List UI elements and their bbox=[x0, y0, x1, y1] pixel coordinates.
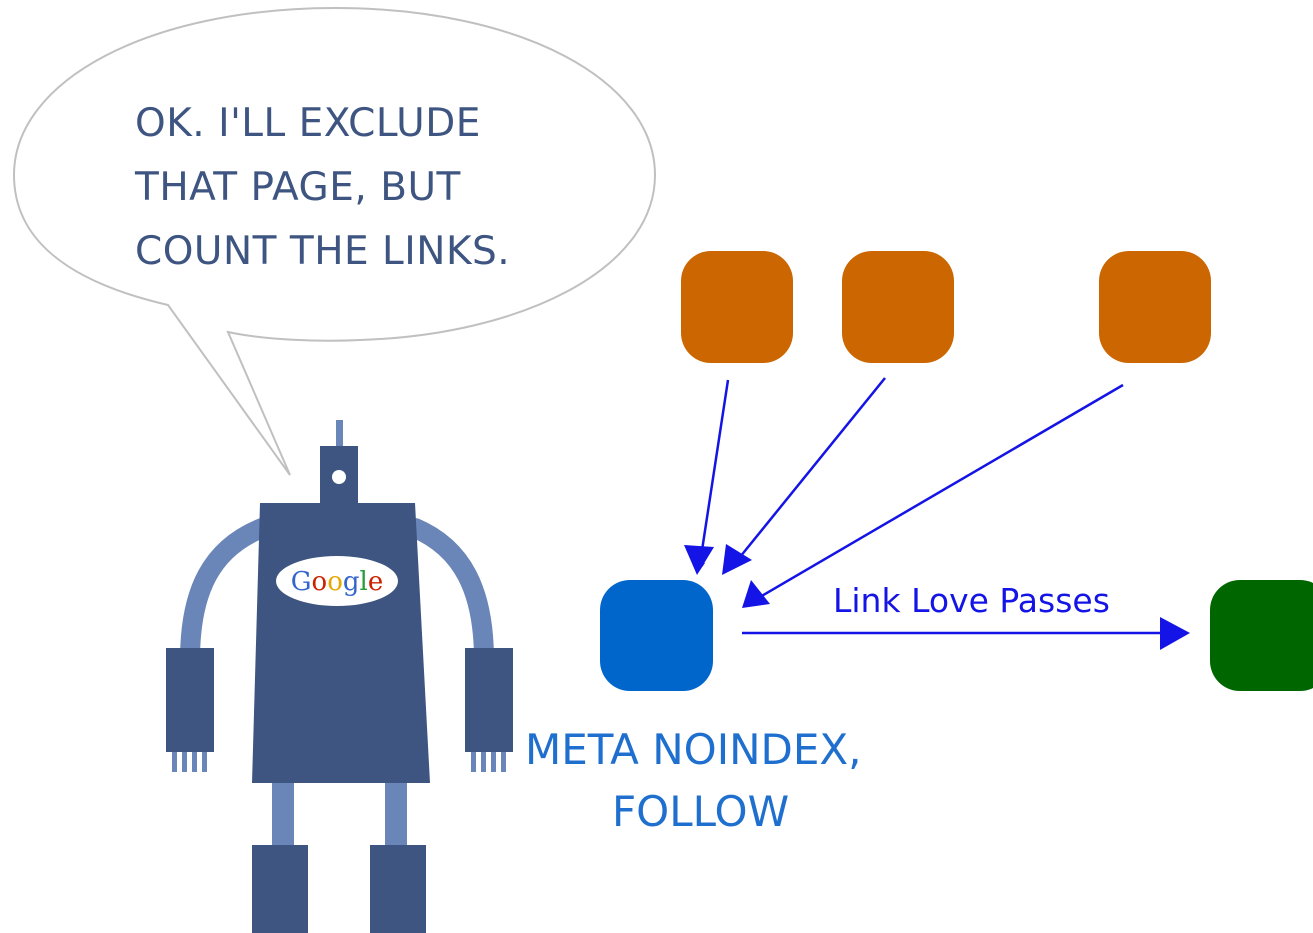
robot-antenna bbox=[336, 420, 343, 450]
robot-left-foot bbox=[252, 845, 308, 933]
badge-letter: e bbox=[368, 567, 383, 597]
source-node-3 bbox=[1099, 251, 1211, 363]
illustration-canvas: OK. I'LL EXCLUDE THAT PAGE, BUT COUNT TH… bbox=[12, 6, 1313, 933]
robot-right-fingers bbox=[471, 752, 506, 772]
google-badge-text: Google bbox=[291, 567, 383, 597]
robot-right-hand bbox=[465, 648, 513, 752]
robot-left-hand bbox=[166, 648, 214, 752]
incoming-link-arrow-2 bbox=[739, 377, 886, 558]
noindex-page-node bbox=[600, 580, 713, 691]
robot-left-leg bbox=[272, 780, 294, 855]
robot-right-arm bbox=[405, 518, 494, 670]
robot-eye bbox=[332, 470, 346, 484]
robot-left-fingers bbox=[172, 752, 207, 772]
bubble-line-1: OK. I'LL EXCLUDE bbox=[135, 101, 481, 146]
badge-letter: g bbox=[343, 567, 360, 597]
incoming-link-arrow-1 bbox=[695, 379, 730, 572]
robot-icon: Google bbox=[166, 420, 513, 933]
caption-line-1: META NOINDEX, bbox=[525, 725, 862, 774]
robot-torso bbox=[252, 503, 430, 783]
edge-label: Link Love Passes bbox=[833, 581, 1110, 620]
source-node-1 bbox=[681, 251, 793, 363]
robot-left-arm bbox=[180, 518, 272, 670]
target-node bbox=[1210, 580, 1313, 691]
speech-bubble: OK. I'LL EXCLUDE THAT PAGE, BUT COUNT TH… bbox=[12, 6, 657, 476]
outgoing-link-arrowhead bbox=[1160, 617, 1190, 650]
robot-right-leg bbox=[385, 780, 407, 855]
robot-right-foot bbox=[370, 845, 426, 933]
badge-letter: o bbox=[327, 567, 343, 597]
incoming-link-arrow-3 bbox=[759, 383, 1124, 599]
badge-letter: G bbox=[291, 567, 312, 597]
source-node-2 bbox=[842, 251, 954, 363]
caption-line-2: FOLLOW bbox=[612, 787, 789, 836]
link-diagram: Link Love Passes META NOINDEX, FOLLOW bbox=[525, 251, 1313, 836]
badge-letter: o bbox=[312, 567, 328, 597]
incoming-link-arrowhead-1 bbox=[684, 545, 714, 575]
bubble-line-2: THAT PAGE, BUT bbox=[134, 165, 461, 210]
bubble-line-3: COUNT THE LINKS. bbox=[135, 229, 510, 274]
badge-letter: l bbox=[360, 567, 368, 597]
